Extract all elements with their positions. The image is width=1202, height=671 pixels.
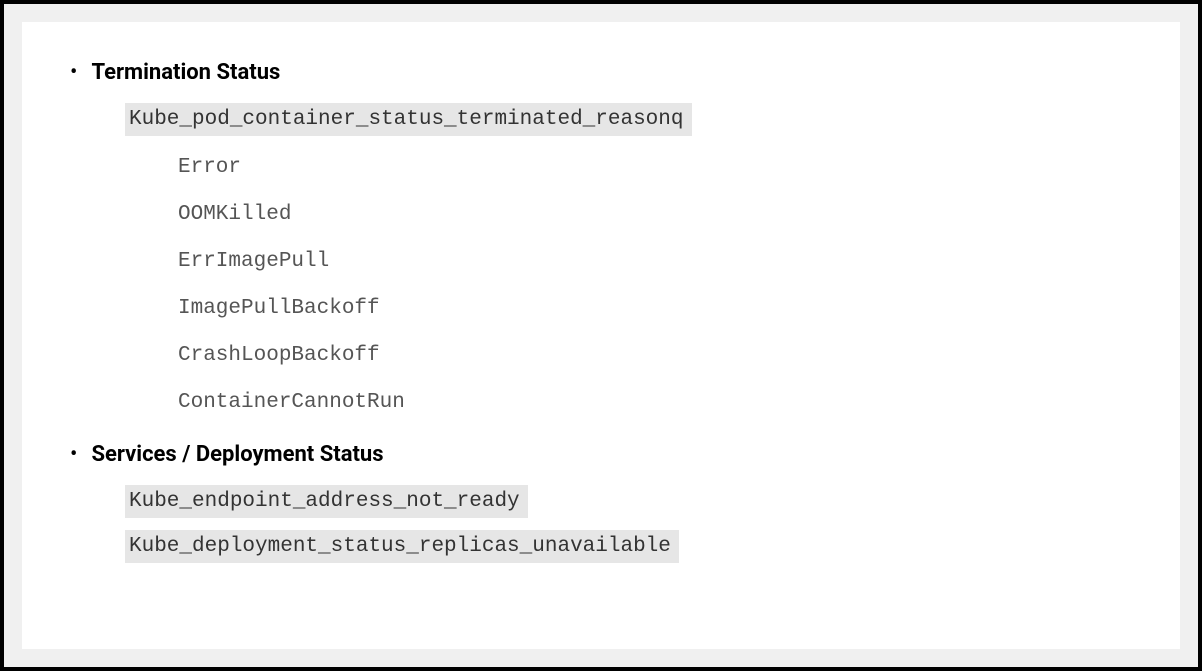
- metric-row: Kube_pod_container_status_terminated_rea…: [70, 103, 1132, 136]
- reason-item: ContainerCannotRun: [178, 391, 1132, 414]
- bullet-icon: •: [70, 62, 77, 84]
- metric-code: Kube_endpoint_address_not_ready: [125, 485, 528, 518]
- bullet-row: • Termination Status: [70, 60, 1132, 85]
- slide-outer-frame: • Termination Status Kube_pod_container_…: [4, 4, 1198, 667]
- reason-item: OOMKilled: [178, 203, 1132, 226]
- metric-code: Kube_pod_container_status_terminated_rea…: [125, 103, 692, 136]
- bullet-row: • Services / Deployment Status: [70, 442, 1132, 467]
- reason-list: Error OOMKilled ErrImagePull ImagePullBa…: [70, 156, 1132, 414]
- section-services-deployment-status: • Services / Deployment Status Kube_endp…: [70, 442, 1132, 563]
- reason-item: ErrImagePull: [178, 250, 1132, 273]
- reason-item: ImagePullBackoff: [178, 297, 1132, 320]
- reason-item: Error: [178, 156, 1132, 179]
- section-heading: Services / Deployment Status: [91, 442, 383, 467]
- section-termination-status: • Termination Status Kube_pod_container_…: [70, 60, 1132, 414]
- slide-inner-card: • Termination Status Kube_pod_container_…: [22, 22, 1180, 649]
- metric-code: Kube_deployment_status_replicas_unavaila…: [125, 530, 679, 563]
- metric-row: Kube_endpoint_address_not_ready: [70, 485, 1132, 518]
- bullet-icon: •: [70, 444, 77, 466]
- section-heading: Termination Status: [91, 60, 280, 85]
- reason-item: CrashLoopBackoff: [178, 344, 1132, 367]
- metric-row: Kube_deployment_status_replicas_unavaila…: [70, 530, 1132, 563]
